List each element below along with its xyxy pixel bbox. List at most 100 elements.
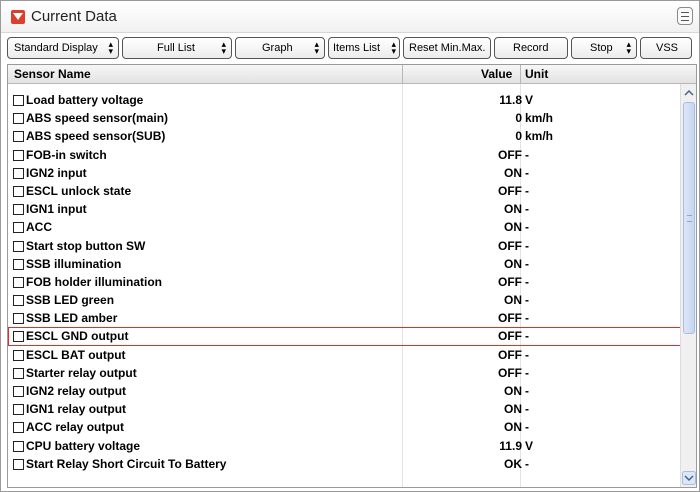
row-checkbox[interactable] <box>13 240 24 252</box>
table-row[interactable]: ACC relay output ON - <box>8 419 680 437</box>
updown-icon: ▴ ▾ <box>626 39 631 56</box>
table-row[interactable]: ESCL GND output OFF - <box>8 327 682 347</box>
table-row[interactable]: Start Relay Short Circuit To Battery OK - <box>8 456 680 474</box>
standard-display-select[interactable]: Standard Display ▴ ▾ <box>7 37 119 59</box>
row-checkbox[interactable] <box>13 113 24 125</box>
collapse-button[interactable] <box>11 10 25 24</box>
row-checkbox[interactable] <box>13 258 24 270</box>
updown-icon: ▴ ▾ <box>221 39 226 56</box>
table-row[interactable]: IGN2 input ON - <box>8 165 680 183</box>
row-checkbox[interactable] <box>13 204 24 216</box>
sensor-unit: - <box>525 274 529 289</box>
updown-icon: ▴ ▾ <box>391 39 396 56</box>
column-value[interactable]: Value <box>481 67 512 81</box>
scrollbar-thumb[interactable] <box>683 102 695 334</box>
sensor-name: FOB holder illumination <box>26 274 162 289</box>
items-list-label: Items List <box>333 42 381 54</box>
sensor-value: ON <box>504 220 522 235</box>
sensor-value: 11.8 <box>499 93 522 107</box>
row-checkbox[interactable] <box>13 422 24 434</box>
stop-select[interactable]: Stop ▴ ▾ <box>571 37 637 59</box>
list-menu-button[interactable] <box>677 7 693 25</box>
table-row[interactable]: IGN1 relay output ON - <box>8 401 680 419</box>
table-row[interactable]: IGN1 input ON - <box>8 201 680 219</box>
sensor-value: 0 <box>515 111 522 126</box>
table-row[interactable]: SSB illumination ON - <box>8 256 680 274</box>
sensor-unit: - <box>525 456 529 471</box>
table-row[interactable]: ABS speed sensor(main) 0 km/h <box>8 110 680 128</box>
sensor-value: OFF <box>498 274 522 289</box>
sensor-value: ON <box>504 293 522 308</box>
vertical-scrollbar[interactable] <box>680 84 696 487</box>
table-row[interactable]: FOB holder illumination OFF - <box>8 274 680 292</box>
table-header: Sensor Name Value Unit <box>8 65 696 84</box>
table-row[interactable]: FOB-in switch OFF - <box>8 147 680 165</box>
updown-icon: ▴ ▾ <box>108 39 113 56</box>
table-row[interactable]: ACC ON - <box>8 219 680 237</box>
stop-label: Stop <box>590 42 613 54</box>
sensor-name: Start Relay Short Circuit To Battery <box>26 456 227 471</box>
full-list-select[interactable]: Full List ▴ ▾ <box>122 37 232 59</box>
sensor-name: SSB LED green <box>26 293 115 308</box>
table-row[interactable]: CPU battery voltage 11.9 V <box>8 438 680 456</box>
sensor-name: Starter relay output <box>26 365 137 380</box>
row-checkbox[interactable] <box>13 149 24 161</box>
row-checkbox[interactable] <box>13 458 24 470</box>
sensor-name: SSB illumination <box>26 256 122 271</box>
record-button[interactable]: Record <box>494 37 568 59</box>
items-list-select[interactable]: Items List ▴ ▾ <box>328 37 400 59</box>
row-checkbox[interactable] <box>13 404 24 416</box>
column-unit[interactable]: Unit <box>525 67 548 81</box>
sensor-name: IGN1 relay output <box>26 402 127 417</box>
row-checkbox[interactable] <box>13 222 24 234</box>
scroll-up-icon[interactable] <box>682 86 696 100</box>
row-checkbox[interactable] <box>13 386 24 397</box>
row-checkbox[interactable] <box>13 95 24 106</box>
sensor-value: ON <box>504 384 522 398</box>
row-checkbox[interactable] <box>13 276 24 288</box>
vss-label: VSS <box>656 42 679 54</box>
graph-select[interactable]: Graph ▴ ▾ <box>235 37 325 59</box>
sensor-value: ON <box>504 202 522 217</box>
sensor-unit: V <box>525 438 534 453</box>
row-checkbox[interactable] <box>13 295 24 307</box>
sensor-unit: - <box>525 402 529 417</box>
table-row[interactable]: ESCL BAT output OFF - <box>8 347 680 365</box>
table-row[interactable]: Starter relay output OFF - <box>8 365 680 383</box>
row-checkbox[interactable] <box>13 440 24 452</box>
sensor-name: ESCL BAT output <box>26 347 126 362</box>
row-checkbox[interactable] <box>13 367 24 379</box>
sensor-value: ON <box>504 256 522 271</box>
sensor-name: CPU battery voltage <box>26 438 141 453</box>
sensor-unit: - <box>525 202 529 217</box>
scroll-down-icon[interactable] <box>682 471 696 485</box>
table-row[interactable]: Start stop button SW OFF - <box>8 238 680 256</box>
column-sensor-name[interactable]: Sensor Name <box>14 67 91 81</box>
sensor-rows: Load battery voltage 11.8 V ABS speed senso… <box>8 92 682 474</box>
reset-minmax-button[interactable]: Reset Min.Max. <box>403 37 491 59</box>
table-row[interactable]: ABS speed sensor(SUB) 0 km/h <box>8 128 680 146</box>
column-divider[interactable] <box>402 65 403 84</box>
sensor-value: OFF <box>498 311 522 326</box>
row-checkbox[interactable] <box>13 131 24 143</box>
vss-button[interactable]: VSS <box>640 37 692 59</box>
table-row[interactable]: IGN2 relay output ON - <box>8 383 680 401</box>
table-row[interactable]: SSB LED amber OFF - <box>8 310 680 328</box>
standard-display-label: Standard Display <box>14 42 98 54</box>
row-checkbox[interactable] <box>13 313 24 325</box>
sensor-unit: - <box>525 220 529 235</box>
menu-line-icon <box>681 12 689 13</box>
row-checkbox[interactable] <box>13 331 24 343</box>
row-checkbox[interactable] <box>13 167 24 179</box>
full-list-label: Full List <box>157 42 195 54</box>
row-checkbox[interactable] <box>13 349 24 361</box>
row-checkbox[interactable] <box>13 185 24 197</box>
table-row[interactable]: Load battery voltage 11.8 V <box>8 92 680 110</box>
table-row[interactable]: ESCL unlock state OFF - <box>8 183 680 201</box>
column-divider[interactable] <box>520 65 521 84</box>
sensor-value: 0 <box>515 129 522 144</box>
sensor-unit: - <box>525 256 529 271</box>
sensor-unit: - <box>525 365 529 380</box>
table-row[interactable]: SSB LED green ON - <box>8 292 680 310</box>
sensor-table: Sensor Name Value Unit Load battery volt… <box>7 64 697 488</box>
